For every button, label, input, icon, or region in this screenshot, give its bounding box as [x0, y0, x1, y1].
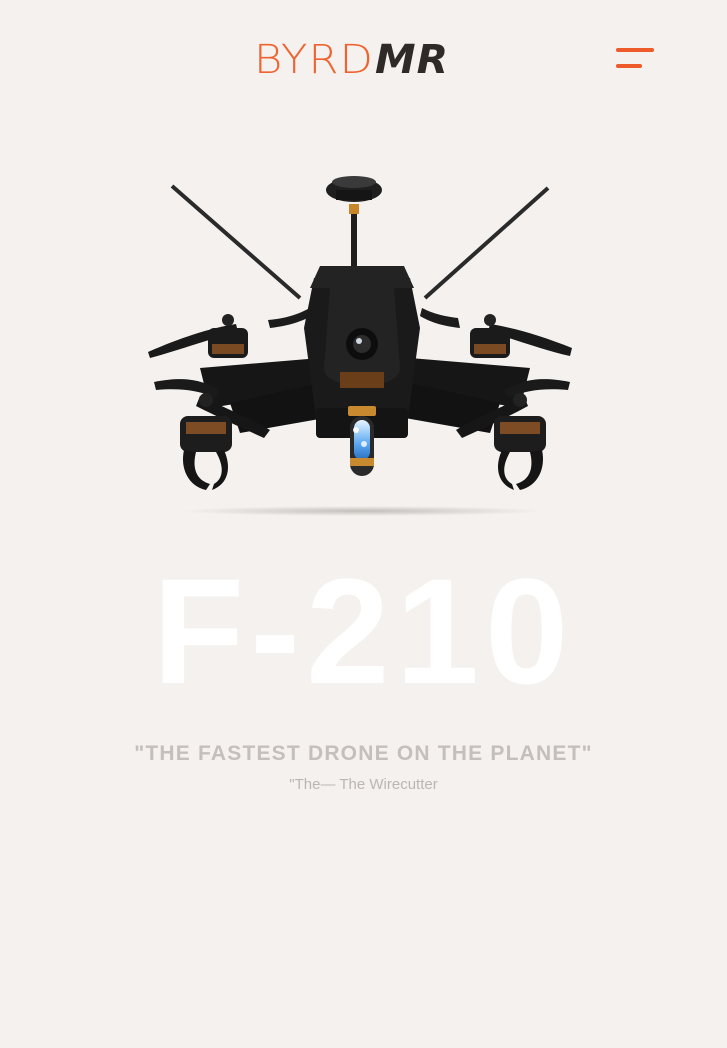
menu-line-top: [616, 48, 654, 52]
drone-product-image: [140, 168, 590, 528]
quote-source: "The— The Wirecutter: [289, 776, 438, 793]
model-name-heading: F-210: [152, 547, 575, 715]
hamburger-menu-icon[interactable]: [612, 46, 656, 72]
logo-text-byrd: BYRD: [254, 37, 374, 83]
review-quote: "THE FASTEST DRONE ON THE PLANET": [134, 742, 593, 765]
brand-logo[interactable]: BYRD MR: [254, 38, 448, 80]
menu-line-bottom: [616, 64, 642, 68]
site-header: BYRD MR: [0, 0, 727, 110]
drone-illustration: [148, 176, 572, 516]
logo-text-mr: MR: [375, 37, 450, 83]
